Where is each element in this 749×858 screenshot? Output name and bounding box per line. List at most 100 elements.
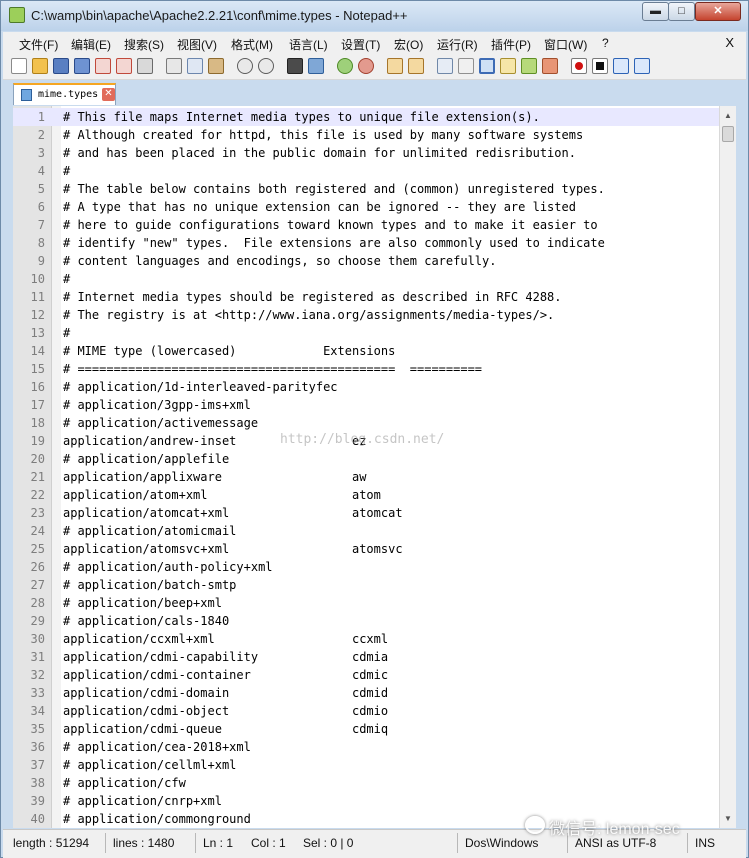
line-text[interactable]: # This file maps Internet media types to… bbox=[63, 108, 540, 126]
word-wrap-icon[interactable] bbox=[437, 58, 453, 74]
line-text[interactable]: application/ccxml+xml ccxml bbox=[63, 630, 388, 648]
editor-line[interactable]: 9 # content languages and encodings, so c… bbox=[13, 252, 719, 270]
editor-line[interactable]: 2 # Although created for httpd, this file… bbox=[13, 126, 719, 144]
menu-language[interactable]: 语言(L) bbox=[289, 36, 328, 53]
line-text[interactable]: application/cdmi-queue cdmiq bbox=[63, 720, 388, 738]
line-text[interactable]: # application/3gpp-ims+xml bbox=[63, 396, 251, 414]
editor-line[interactable]: 3 # and has been placed in the public dom… bbox=[13, 144, 719, 162]
save-icon[interactable] bbox=[53, 58, 69, 74]
line-text[interactable]: # application/activemessage bbox=[63, 414, 258, 432]
menu-edit[interactable]: 编辑(E) bbox=[71, 36, 111, 53]
zoom-in-icon[interactable] bbox=[337, 58, 353, 74]
stop-macro-icon[interactable] bbox=[592, 58, 608, 74]
line-text[interactable]: # application/auth-policy+xml bbox=[63, 558, 273, 576]
menu-help[interactable]: ? bbox=[602, 36, 609, 50]
editor-line[interactable]: 32 application/cdmi-container cdmic bbox=[13, 666, 719, 684]
play-macro-icon[interactable] bbox=[613, 58, 629, 74]
line-text[interactable]: # identify "new" types. File extensions … bbox=[63, 234, 605, 252]
editor-line[interactable]: 10 # bbox=[13, 270, 719, 288]
tab-mime-types[interactable]: mime.types ✕ bbox=[13, 83, 116, 105]
editor-line[interactable]: 4 # bbox=[13, 162, 719, 180]
line-text[interactable]: # bbox=[63, 324, 70, 342]
tab-close-icon[interactable]: ✕ bbox=[102, 88, 115, 101]
editor-line[interactable]: 36 # application/cea-2018+xml bbox=[13, 738, 719, 756]
line-text[interactable]: # bbox=[63, 270, 70, 288]
editor-line[interactable]: 12 # The registry is at <http://www.iana.… bbox=[13, 306, 719, 324]
line-text[interactable]: # content languages and encodings, so ch… bbox=[63, 252, 496, 270]
editor-line[interactable]: 31 application/cdmi-capability cdmia bbox=[13, 648, 719, 666]
line-text[interactable]: # here to guide configurations toward kn… bbox=[63, 216, 598, 234]
line-text[interactable]: # application/cfw bbox=[63, 774, 186, 792]
line-text[interactable]: # A type that has no unique extension ca… bbox=[63, 198, 576, 216]
line-text[interactable]: # MIME type (lowercased) Extensions bbox=[63, 342, 395, 360]
editor-line[interactable]: 16 # application/1d-interleaved-parityfec bbox=[13, 378, 719, 396]
editor-line[interactable]: 29 # application/cals-1840 bbox=[13, 612, 719, 630]
line-text[interactable]: application/cdmi-container cdmic bbox=[63, 666, 388, 684]
editor-line[interactable]: 35 application/cdmi-queue cdmiq bbox=[13, 720, 719, 738]
title-bar[interactable]: C:\wamp\bin\apache\Apache2.2.21\conf\mim… bbox=[1, 1, 748, 31]
line-text[interactable]: application/applixware aw bbox=[63, 468, 366, 486]
editor-line[interactable]: 19 application/andrew-inset ez bbox=[13, 432, 719, 450]
editor-line[interactable]: 7 # here to guide configurations toward k… bbox=[13, 216, 719, 234]
editor-line[interactable]: 28 # application/beep+xml bbox=[13, 594, 719, 612]
editor-line[interactable]: 38 # application/cfw bbox=[13, 774, 719, 792]
record-macro-icon[interactable] bbox=[571, 58, 587, 74]
line-text[interactable]: # The registry is at <http://www.iana.or… bbox=[63, 306, 554, 324]
editor-line[interactable]: 23 application/atomcat+xml atomcat bbox=[13, 504, 719, 522]
editor-line[interactable]: 21 application/applixware aw bbox=[13, 468, 719, 486]
line-text[interactable]: # application/cea-2018+xml bbox=[63, 738, 251, 756]
line-text[interactable]: # application/batch-smtp bbox=[63, 576, 236, 594]
line-text[interactable]: # Internet media types should be registe… bbox=[63, 288, 562, 306]
editor-line[interactable]: 25 application/atomsvc+xml atomsvc bbox=[13, 540, 719, 558]
sync-h-icon[interactable] bbox=[408, 58, 424, 74]
line-text[interactable]: # application/1d-interleaved-parityfec bbox=[63, 378, 338, 396]
cut-icon[interactable] bbox=[166, 58, 182, 74]
menu-view[interactable]: 视图(V) bbox=[177, 36, 217, 53]
zoom-out-icon[interactable] bbox=[358, 58, 374, 74]
new-file-icon[interactable] bbox=[11, 58, 27, 74]
line-text[interactable]: # ======================================… bbox=[63, 360, 482, 378]
line-text[interactable]: # application/cnrp+xml bbox=[63, 792, 222, 810]
show-all-chars-icon[interactable] bbox=[458, 58, 474, 74]
editor-line[interactable]: 5 # The table below contains both registe… bbox=[13, 180, 719, 198]
editor-line[interactable]: 15 # ====================================… bbox=[13, 360, 719, 378]
editor-line[interactable]: 26 # application/auth-policy+xml bbox=[13, 558, 719, 576]
editor-line[interactable]: 24 # application/atomicmail bbox=[13, 522, 719, 540]
menu-macro[interactable]: 宏(O) bbox=[394, 36, 423, 53]
menu-file[interactable]: 文件(F) bbox=[19, 36, 58, 53]
find-icon[interactable] bbox=[287, 58, 303, 74]
folder-icon[interactable] bbox=[542, 58, 558, 74]
line-text[interactable]: # application/beep+xml bbox=[63, 594, 222, 612]
scroll-up-icon[interactable]: ▲ bbox=[721, 108, 735, 123]
close-document-x[interactable]: X bbox=[725, 35, 734, 50]
line-text[interactable]: application/cdmi-capability cdmia bbox=[63, 648, 388, 666]
maximize-button[interactable]: □ bbox=[668, 2, 695, 21]
line-text[interactable]: # and has been placed in the public doma… bbox=[63, 144, 576, 162]
editor-line[interactable]: 1 # This file maps Internet media types t… bbox=[13, 108, 719, 126]
close-icon[interactable] bbox=[95, 58, 111, 74]
undo-icon[interactable] bbox=[237, 58, 253, 74]
editor-line[interactable]: 34 application/cdmi-object cdmio bbox=[13, 702, 719, 720]
run-macro-multiple-icon[interactable] bbox=[634, 58, 650, 74]
editor-line[interactable]: 22 application/atom+xml atom bbox=[13, 486, 719, 504]
editor-line[interactable]: 17 # application/3gpp-ims+xml bbox=[13, 396, 719, 414]
line-text[interactable]: # Although created for httpd, this file … bbox=[63, 126, 583, 144]
line-text[interactable]: # application/commonground bbox=[63, 810, 251, 828]
line-text[interactable]: application/atomcat+xml atomcat bbox=[63, 504, 403, 522]
editor-line[interactable]: 14 # MIME type (lowercased) Extensions bbox=[13, 342, 719, 360]
close-all-icon[interactable] bbox=[116, 58, 132, 74]
scroll-thumb[interactable] bbox=[722, 126, 734, 142]
open-file-icon[interactable] bbox=[32, 58, 48, 74]
editor-line[interactable]: 6 # A type that has no unique extension c… bbox=[13, 198, 719, 216]
editor-line[interactable]: 33 application/cdmi-domain cdmid bbox=[13, 684, 719, 702]
line-text[interactable]: application/cdmi-object cdmio bbox=[63, 702, 388, 720]
editor-line[interactable]: 20 # application/applefile bbox=[13, 450, 719, 468]
editor-line[interactable]: 27 # application/batch-smtp bbox=[13, 576, 719, 594]
menu-search[interactable]: 搜索(S) bbox=[124, 36, 164, 53]
menu-format[interactable]: 格式(M) bbox=[231, 36, 273, 53]
print-icon[interactable] bbox=[137, 58, 153, 74]
editor-line[interactable]: 30 application/ccxml+xml ccxml bbox=[13, 630, 719, 648]
paste-icon[interactable] bbox=[208, 58, 224, 74]
menu-plugins[interactable]: 插件(P) bbox=[491, 36, 531, 53]
line-text[interactable]: # The table below contains both register… bbox=[63, 180, 605, 198]
